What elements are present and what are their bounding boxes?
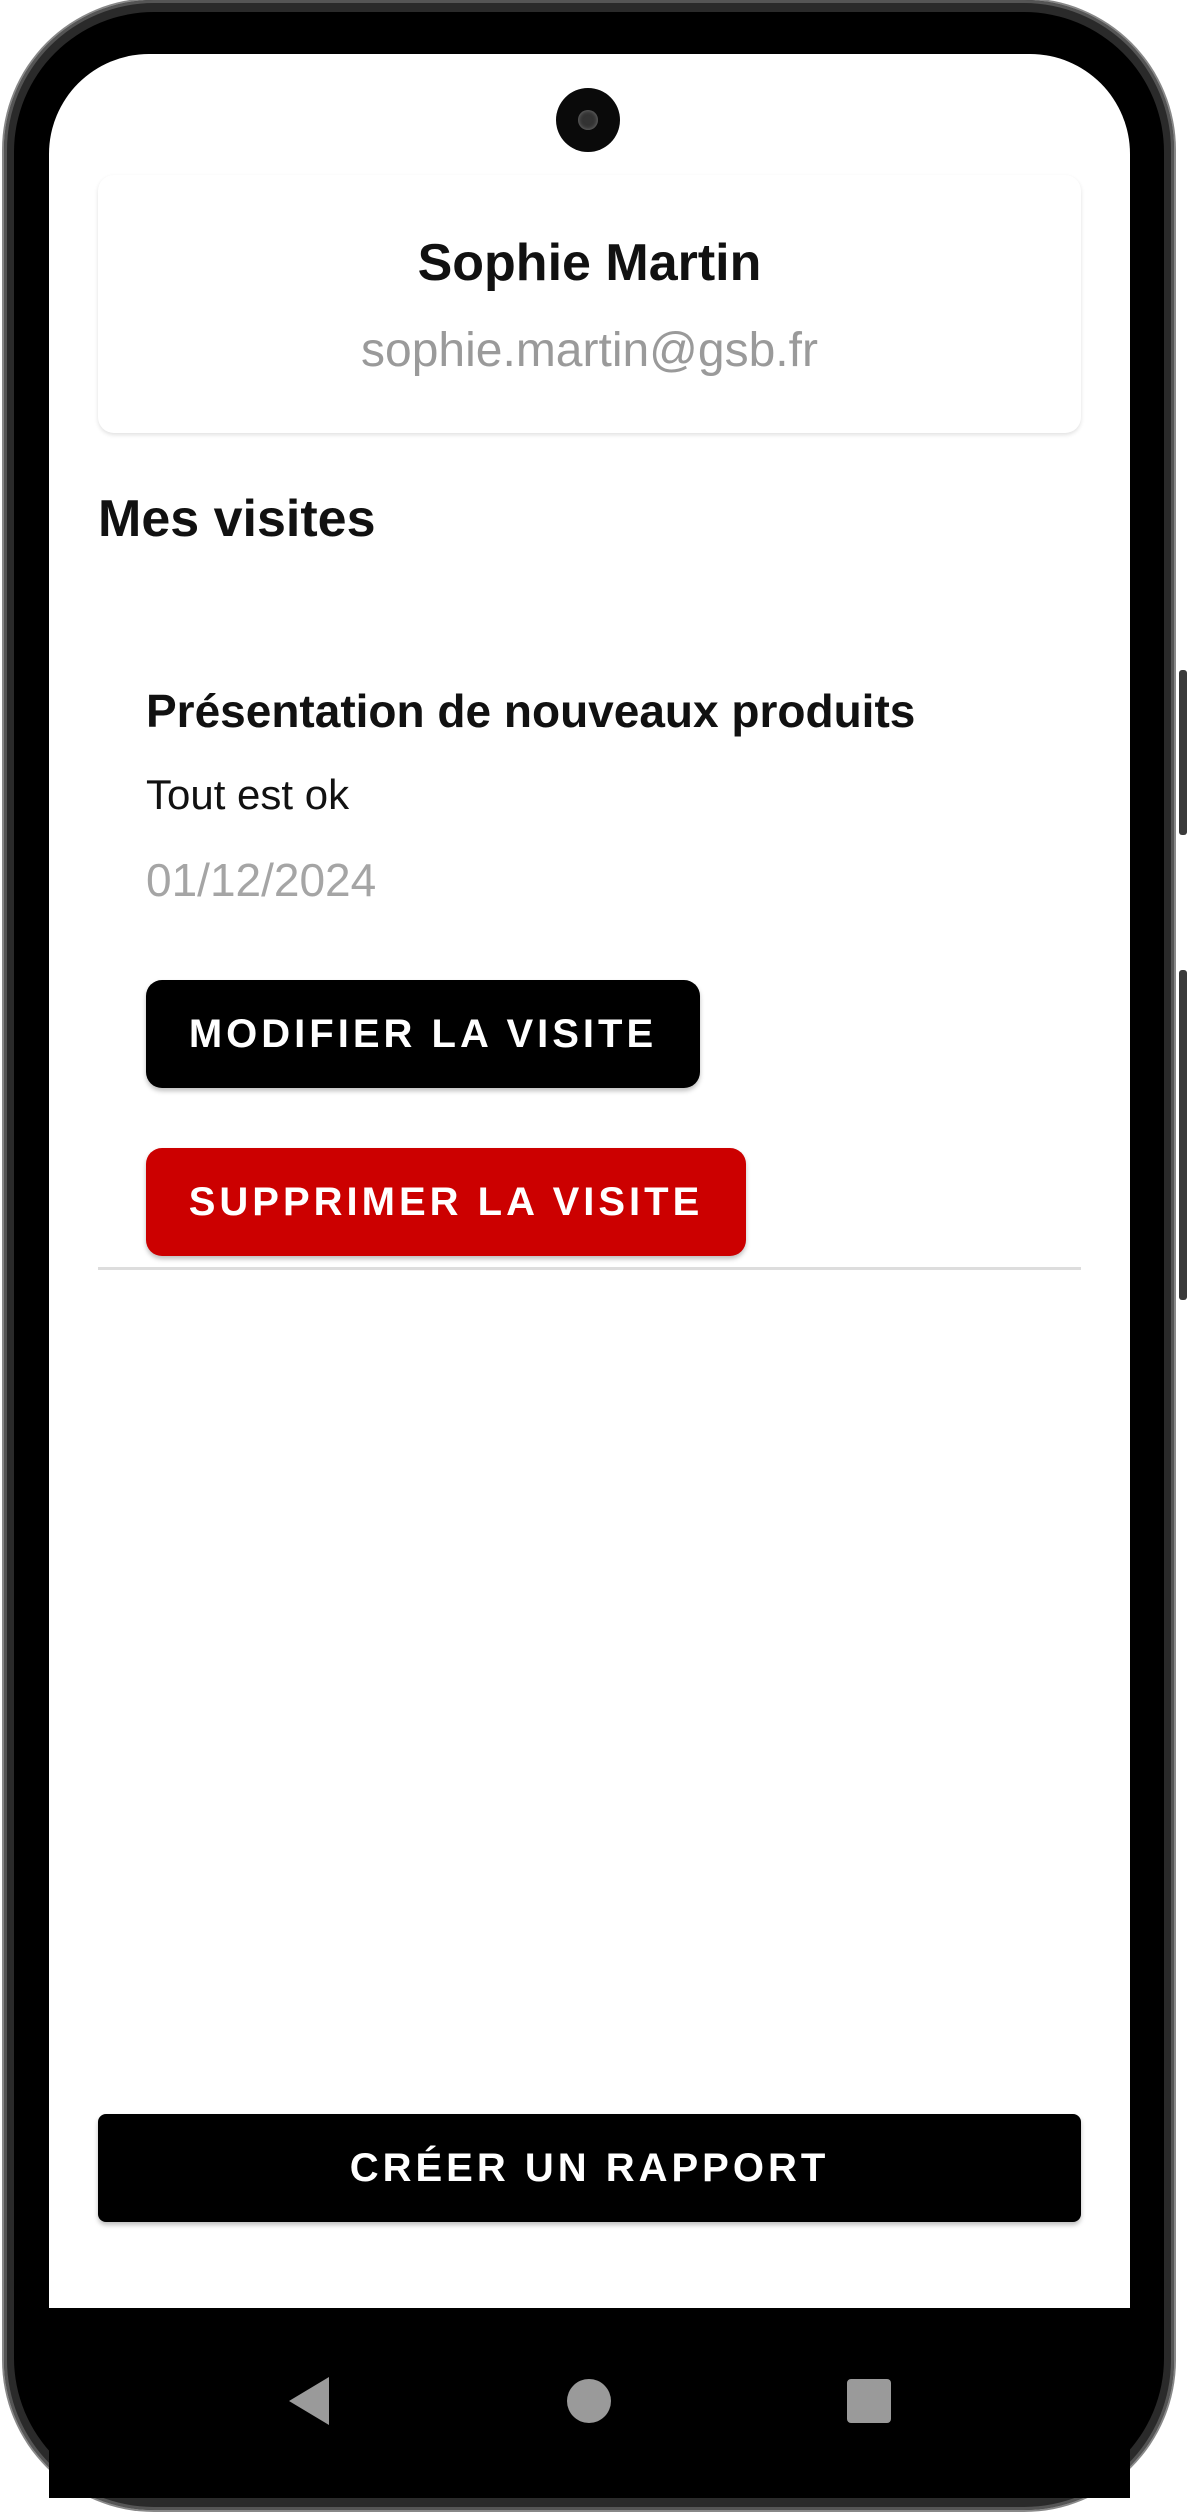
phone-device: Sophie Martin sophie.martin@gsb.fr Mes v… — [0, 0, 1187, 2513]
visit-list-item: Présentation de nouveaux produits Tout e… — [98, 634, 1081, 1314]
power-button — [1179, 970, 1187, 1300]
nav-recents-button[interactable] — [809, 2308, 929, 2448]
delete-visit-button[interactable]: SUPPRIMER LA VISITE — [146, 1148, 746, 1256]
list-divider — [98, 1267, 1081, 1270]
visit-title: Présentation de nouveaux produits — [146, 685, 916, 737]
profile-name: Sophie Martin — [417, 234, 762, 292]
profile-email: sophie.martin@gsb.fr — [361, 324, 818, 377]
profile-card: Sophie Martin sophie.martin@gsb.fr — [98, 175, 1081, 433]
create-report-button[interactable]: CRÉER UN RAPPORT — [98, 2114, 1081, 2222]
visit-description: Tout est ok — [146, 771, 350, 818]
system-navigation-bar — [49, 2308, 1130, 2498]
visit-date: 01/12/2024 — [146, 854, 377, 906]
nav-home-button[interactable] — [529, 2308, 649, 2448]
volume-button — [1179, 670, 1187, 835]
visits-section-title: Mes visites — [98, 490, 376, 548]
nav-back-button[interactable] — [249, 2308, 369, 2448]
back-triangle-icon — [289, 2377, 329, 2425]
app-screen: Sophie Martin sophie.martin@gsb.fr Mes v… — [49, 54, 1130, 2308]
home-circle-icon — [567, 2379, 611, 2423]
recents-square-icon — [847, 2379, 891, 2423]
front-camera — [556, 88, 620, 152]
edit-visit-button[interactable]: MODIFIER LA VISITE — [146, 980, 700, 1088]
